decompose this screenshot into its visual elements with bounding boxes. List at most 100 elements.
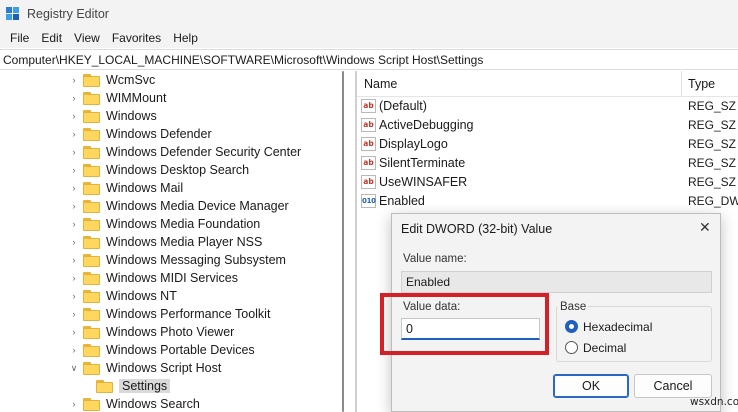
menu-view[interactable]: View	[68, 31, 106, 45]
decimal-radio[interactable]	[565, 341, 578, 354]
tree-item[interactable]: › Windows MIDI Services	[69, 269, 238, 287]
cancel-button[interactable]: Cancel	[634, 374, 712, 398]
tree-item[interactable]: ∨ Windows Script Host	[69, 359, 221, 377]
value-name: UseWINSAFER	[379, 175, 468, 189]
tree-item-label: Windows Mail	[106, 181, 184, 195]
tree-item[interactable]: › Windows Portable Devices	[69, 341, 255, 359]
key-tree[interactable]: › WcmSvc › WIMMount › Windows › Windows Defende…	[0, 71, 350, 412]
menu-file[interactable]: File	[4, 31, 35, 45]
chevron-right-icon[interactable]: ›	[69, 219, 79, 229]
tree-item-label: Windows Portable Devices	[106, 343, 255, 357]
tree-item[interactable]: › WIMMount	[69, 89, 166, 107]
folder-icon	[83, 307, 101, 321]
address-bar[interactable]: Computer\HKEY_LOCAL_MACHINE\SOFTWARE\Mic…	[0, 49, 738, 70]
chevron-right-icon[interactable]: ›	[69, 309, 79, 319]
string-value-icon: ab	[361, 175, 376, 189]
string-value-icon: ab	[361, 118, 376, 132]
chevron-right-icon[interactable]: ›	[69, 255, 79, 265]
folder-icon	[83, 163, 101, 177]
hexadecimal-label[interactable]: Hexadecimal	[583, 320, 652, 334]
tree-scrollbar-thumb[interactable]	[342, 71, 344, 412]
chevron-right-icon[interactable]: ›	[69, 345, 79, 355]
menu-help[interactable]: Help	[167, 31, 204, 45]
base-group	[556, 306, 712, 362]
column-divider[interactable]	[681, 71, 682, 97]
tree-item[interactable]: › Windows Defender	[69, 125, 212, 143]
folder-icon	[83, 73, 101, 87]
hexadecimal-radio[interactable]	[565, 320, 578, 333]
value-name-label: Value name:	[403, 253, 467, 265]
tree-scrollbar[interactable]	[341, 71, 346, 412]
tree-item-label: Windows	[106, 109, 157, 123]
close-icon[interactable]: ✕	[699, 220, 711, 236]
chevron-right-icon[interactable]: ›	[69, 165, 79, 175]
tree-item[interactable]: › Windows Defender Security Center	[69, 143, 301, 161]
folder-icon	[96, 379, 114, 393]
highlight-annotation	[380, 293, 549, 355]
menu-edit[interactable]: Edit	[35, 31, 68, 45]
folder-icon	[83, 343, 101, 357]
value-name: Enabled	[379, 194, 425, 208]
value-row[interactable]: ab (Default) REG_SZ	[357, 97, 738, 116]
tree-item[interactable]: › Windows NT	[69, 287, 177, 305]
chevron-right-icon[interactable]: ›	[69, 237, 79, 247]
tree-item[interactable]: › Windows Media Foundation	[69, 215, 260, 233]
menu-bar: File Edit View Favorites Help	[0, 28, 738, 48]
chevron-right-icon[interactable]: ›	[69, 129, 79, 139]
tree-item[interactable]: › Windows	[69, 107, 157, 125]
registry-editor-icon	[6, 7, 20, 21]
window-title: Registry Editor	[27, 7, 109, 21]
folder-icon	[83, 235, 101, 249]
tree-item[interactable]: › Windows Search	[69, 395, 200, 412]
edit-dword-dialog: Edit DWORD (32-bit) Value ✕ Value name: …	[380, 213, 721, 412]
value-type: REG_DWORD	[688, 194, 738, 208]
folder-icon	[83, 145, 101, 159]
value-name: DisplayLogo	[379, 137, 448, 151]
value-name-field: Enabled	[401, 271, 712, 293]
chevron-right-icon[interactable]: ›	[69, 147, 79, 157]
chevron-right-icon[interactable]: ›	[69, 75, 79, 85]
tree-item[interactable]: Settings	[96, 377, 171, 395]
tree-item-label: WcmSvc	[106, 73, 156, 87]
folder-icon	[83, 199, 101, 213]
value-row[interactable]: ab DisplayLogo REG_SZ	[357, 135, 738, 154]
tree-item[interactable]: › Windows Mail	[69, 179, 183, 197]
chevron-right-icon[interactable]: ›	[69, 183, 79, 193]
tree-item-label: WIMMount	[106, 91, 167, 105]
chevron-right-icon[interactable]: ›	[69, 327, 79, 337]
chevron-down-icon[interactable]: ∨	[69, 363, 79, 373]
chevron-right-icon[interactable]: ›	[69, 111, 79, 121]
chevron-right-icon[interactable]: ›	[69, 273, 79, 283]
ok-button[interactable]: OK	[553, 374, 629, 398]
tree-item-label: Windows Search	[106, 397, 200, 411]
menu-favorites[interactable]: Favorites	[106, 31, 167, 45]
column-header-type[interactable]: Type	[688, 77, 715, 91]
tree-item[interactable]: › Windows Media Player NSS	[69, 233, 262, 251]
folder-icon	[83, 325, 101, 339]
chevron-right-icon[interactable]: ›	[69, 291, 79, 301]
tree-item[interactable]: › Windows Photo Viewer	[69, 323, 234, 341]
tree-item-label: Windows Defender	[106, 127, 212, 141]
value-row[interactable]: ab ActiveDebugging REG_SZ	[357, 116, 738, 135]
string-value-icon: ab	[361, 99, 376, 113]
value-row[interactable]: ab UseWINSAFER REG_SZ	[357, 173, 738, 192]
watermark: wsxdn.com	[690, 396, 738, 408]
tree-item[interactable]: › Windows Desktop Search	[69, 161, 249, 179]
tree-item-label: Windows NT	[106, 289, 177, 303]
tree-item[interactable]: › Windows Performance Toolkit	[69, 305, 270, 323]
string-value-icon: ab	[361, 137, 376, 151]
value-name: ActiveDebugging	[379, 118, 474, 132]
tree-item[interactable]: › Windows Media Device Manager	[69, 197, 289, 215]
decimal-label[interactable]: Decimal	[583, 341, 626, 355]
chevron-right-icon[interactable]: ›	[69, 399, 79, 409]
value-row[interactable]: ab SilentTerminate REG_SZ	[357, 154, 738, 173]
chevron-right-icon[interactable]: ›	[69, 93, 79, 103]
column-header-name[interactable]: Name	[364, 77, 397, 91]
tree-item[interactable]: › Windows Messaging Subsystem	[69, 251, 286, 269]
tree-item-label: Windows Defender Security Center	[106, 145, 302, 159]
value-type: REG_SZ	[688, 99, 737, 113]
chevron-right-icon[interactable]: ›	[69, 201, 79, 211]
tree-item[interactable]: › WcmSvc	[69, 71, 155, 89]
value-name: SilentTerminate	[379, 156, 466, 170]
value-row[interactable]: 010Enabled REG_DWORD	[357, 192, 738, 211]
